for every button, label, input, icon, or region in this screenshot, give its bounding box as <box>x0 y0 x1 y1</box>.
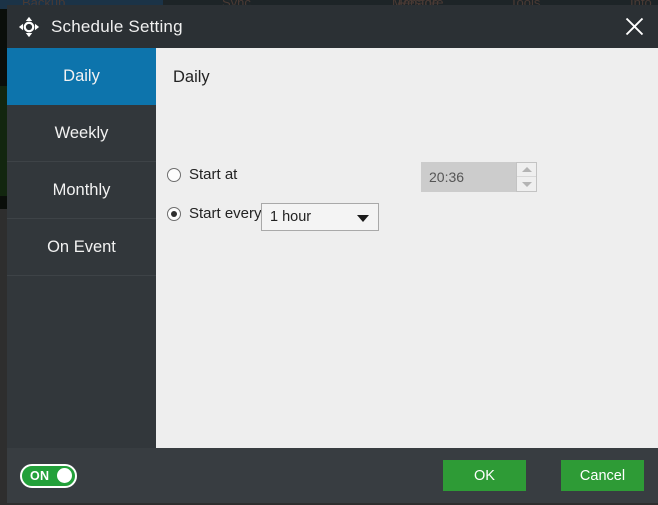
start-every-radio[interactable] <box>167 207 181 221</box>
start-every-row: Start every <box>167 205 262 222</box>
dialog-titlebar[interactable]: Schedule Setting <box>7 5 658 48</box>
toggle-label: ON <box>30 469 49 483</box>
chevron-down-icon <box>357 215 369 222</box>
close-icon[interactable] <box>611 5 658 48</box>
chevron-up-icon[interactable] <box>517 163 536 177</box>
dialog-body: Daily Weekly Monthly On Event Daily Star… <box>7 48 658 448</box>
schedule-content-panel: Daily Start at 20:36 Start every 1 hour <box>156 48 658 448</box>
sidebar-filler <box>7 276 156 448</box>
page-title: Daily <box>173 68 210 87</box>
ok-button[interactable]: OK <box>443 460 526 491</box>
sidebar-item-on-event[interactable]: On Event <box>7 219 156 276</box>
start-at-time-value: 20:36 <box>429 169 464 185</box>
sidebar-item-weekly[interactable]: Weekly <box>7 105 156 162</box>
sidebar-item-label: On Event <box>47 238 116 257</box>
interval-select[interactable]: 1 hour <box>261 203 379 231</box>
move-arrows-icon <box>18 16 40 38</box>
start-at-label: Start at <box>189 166 237 183</box>
dialog-title: Schedule Setting <box>51 17 183 37</box>
chevron-down-icon[interactable] <box>517 177 536 191</box>
start-every-label: Start every <box>189 205 262 222</box>
interval-selected-value: 1 hour <box>270 209 311 225</box>
start-at-radio[interactable] <box>167 168 181 182</box>
enable-schedule-toggle[interactable]: ON <box>20 464 77 488</box>
sidebar-item-label: Monthly <box>53 181 111 200</box>
sidebar-item-label: Daily <box>63 67 100 86</box>
start-at-row: Start at <box>167 166 237 183</box>
quantity-stepper[interactable] <box>516 162 537 192</box>
sidebar-item-daily[interactable]: Daily <box>7 48 156 105</box>
start-at-time-input[interactable]: 20:36 <box>421 162 519 192</box>
sidebar-item-label: Weekly <box>55 124 109 143</box>
schedule-setting-dialog: Schedule Setting Daily Weekly Monthly On… <box>7 5 658 503</box>
sidebar-item-monthly[interactable]: Monthly <box>7 162 156 219</box>
schedule-type-sidebar: Daily Weekly Monthly On Event <box>7 48 156 448</box>
toggle-knob <box>57 468 72 483</box>
cancel-button[interactable]: Cancel <box>561 460 644 491</box>
dialog-footer: ON OK Cancel <box>7 448 658 503</box>
